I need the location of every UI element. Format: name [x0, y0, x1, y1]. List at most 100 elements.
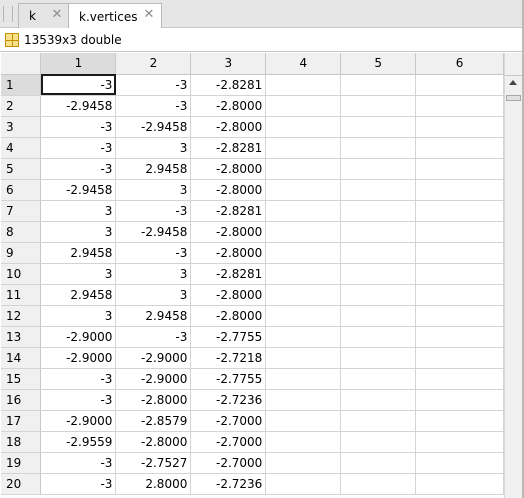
table-cell[interactable]	[265, 263, 342, 285]
table-cell[interactable]: 3	[40, 305, 117, 327]
table-cell[interactable]: -2.8281	[190, 137, 267, 159]
table-cell[interactable]: -2.7755	[190, 326, 267, 348]
table-cell[interactable]	[415, 368, 504, 390]
table-cell[interactable]	[340, 242, 417, 264]
table-cell[interactable]: 3	[115, 263, 192, 285]
column-header-4[interactable]: 4	[265, 53, 342, 75]
table-cell[interactable]	[265, 116, 342, 138]
table-cell[interactable]	[415, 74, 504, 96]
table-cell[interactable]: -2.8000	[115, 389, 192, 411]
table-cell[interactable]	[340, 200, 417, 222]
table-cell[interactable]	[340, 116, 417, 138]
table-cell[interactable]: -2.7755	[190, 368, 267, 390]
table-cell[interactable]	[265, 284, 342, 306]
table-cell[interactable]	[265, 221, 342, 243]
scroll-up-arrow-icon[interactable]	[509, 80, 517, 85]
table-cell[interactable]: -3	[40, 389, 117, 411]
table-cell[interactable]	[415, 473, 504, 495]
table-cell[interactable]: -2.7000	[190, 431, 267, 453]
table-cell[interactable]	[340, 263, 417, 285]
table-cell[interactable]	[340, 95, 417, 117]
table-cell[interactable]	[265, 389, 342, 411]
table-cell[interactable]: -2.9458	[115, 221, 192, 243]
table-cell[interactable]	[415, 137, 504, 159]
table-cell[interactable]	[340, 431, 417, 453]
table-cell[interactable]: 2.9458	[40, 242, 117, 264]
table-cell[interactable]: -3	[40, 158, 117, 180]
table-cell[interactable]	[340, 326, 417, 348]
column-header-5[interactable]: 5	[340, 53, 417, 75]
table-cell[interactable]	[265, 452, 342, 474]
table-cell[interactable]	[340, 284, 417, 306]
row-header[interactable]: 4	[1, 137, 42, 159]
table-cell[interactable]: -3	[115, 95, 192, 117]
table-cell[interactable]: -2.8000	[190, 158, 267, 180]
table-cell[interactable]	[340, 179, 417, 201]
corner-cell[interactable]	[1, 53, 42, 75]
row-header[interactable]: 2	[1, 95, 42, 117]
table-cell[interactable]	[415, 242, 504, 264]
close-icon[interactable]: ✕	[143, 8, 155, 21]
table-cell[interactable]: -3	[115, 200, 192, 222]
table-cell[interactable]	[265, 368, 342, 390]
table-cell[interactable]: 3	[115, 179, 192, 201]
table-cell[interactable]: -2.8000	[190, 242, 267, 264]
vertical-scrollbar[interactable]	[504, 76, 522, 498]
table-cell[interactable]: -2.9000	[115, 368, 192, 390]
table-cell[interactable]: 3	[40, 200, 117, 222]
row-header[interactable]: 14	[1, 347, 42, 369]
table-cell[interactable]	[415, 221, 504, 243]
table-cell[interactable]	[415, 305, 504, 327]
table-cell[interactable]	[265, 179, 342, 201]
column-header-3[interactable]: 3	[190, 53, 267, 75]
row-header[interactable]: 7	[1, 200, 42, 222]
table-cell[interactable]	[265, 473, 342, 495]
table-cell[interactable]	[415, 200, 504, 222]
table-cell[interactable]	[415, 410, 504, 432]
table-cell[interactable]	[340, 389, 417, 411]
row-header[interactable]: 18	[1, 431, 42, 453]
row-header[interactable]: 17	[1, 410, 42, 432]
row-header[interactable]: 10	[1, 263, 42, 285]
table-cell[interactable]	[265, 326, 342, 348]
tab-strip-grip[interactable]	[3, 6, 13, 22]
table-cell[interactable]	[265, 74, 342, 96]
close-icon[interactable]: ✕	[51, 8, 63, 21]
table-cell[interactable]: -2.7236	[190, 389, 267, 411]
table-cell[interactable]: 3	[115, 284, 192, 306]
table-cell[interactable]: -2.8281	[190, 200, 267, 222]
table-cell[interactable]	[340, 305, 417, 327]
table-cell[interactable]	[415, 326, 504, 348]
table-cell[interactable]: -3	[115, 74, 192, 96]
table-cell[interactable]: 2.9458	[40, 284, 117, 306]
table-cell[interactable]: -2.8000	[190, 221, 267, 243]
table-cell[interactable]	[265, 242, 342, 264]
table-cell[interactable]: -2.9000	[40, 326, 117, 348]
table-cell[interactable]	[415, 179, 504, 201]
row-header[interactable]: 12	[1, 305, 42, 327]
row-header[interactable]: 13	[1, 326, 42, 348]
table-cell[interactable]	[340, 368, 417, 390]
row-header[interactable]: 1	[1, 74, 42, 96]
table-cell[interactable]	[265, 137, 342, 159]
table-cell[interactable]: -3	[40, 137, 117, 159]
table-cell[interactable]	[415, 158, 504, 180]
column-header-1[interactable]: 1	[40, 53, 117, 75]
row-header[interactable]: 19	[1, 452, 42, 474]
column-header-6[interactable]: 6	[415, 53, 504, 75]
table-cell[interactable]	[340, 410, 417, 432]
table-cell[interactable]	[415, 431, 504, 453]
table-cell[interactable]: -2.8281	[190, 74, 267, 96]
table-cell[interactable]	[415, 284, 504, 306]
table-cell[interactable]	[265, 347, 342, 369]
table-cell[interactable]: -3	[115, 326, 192, 348]
table-cell[interactable]: -2.8000	[190, 179, 267, 201]
table-cell[interactable]: 2.9458	[115, 158, 192, 180]
table-cell[interactable]	[340, 158, 417, 180]
tab-k[interactable]: k ✕	[18, 3, 70, 28]
table-cell[interactable]	[415, 452, 504, 474]
table-cell[interactable]	[340, 74, 417, 96]
table-cell[interactable]	[415, 389, 504, 411]
table-cell[interactable]	[265, 305, 342, 327]
row-header[interactable]: 3	[1, 116, 42, 138]
